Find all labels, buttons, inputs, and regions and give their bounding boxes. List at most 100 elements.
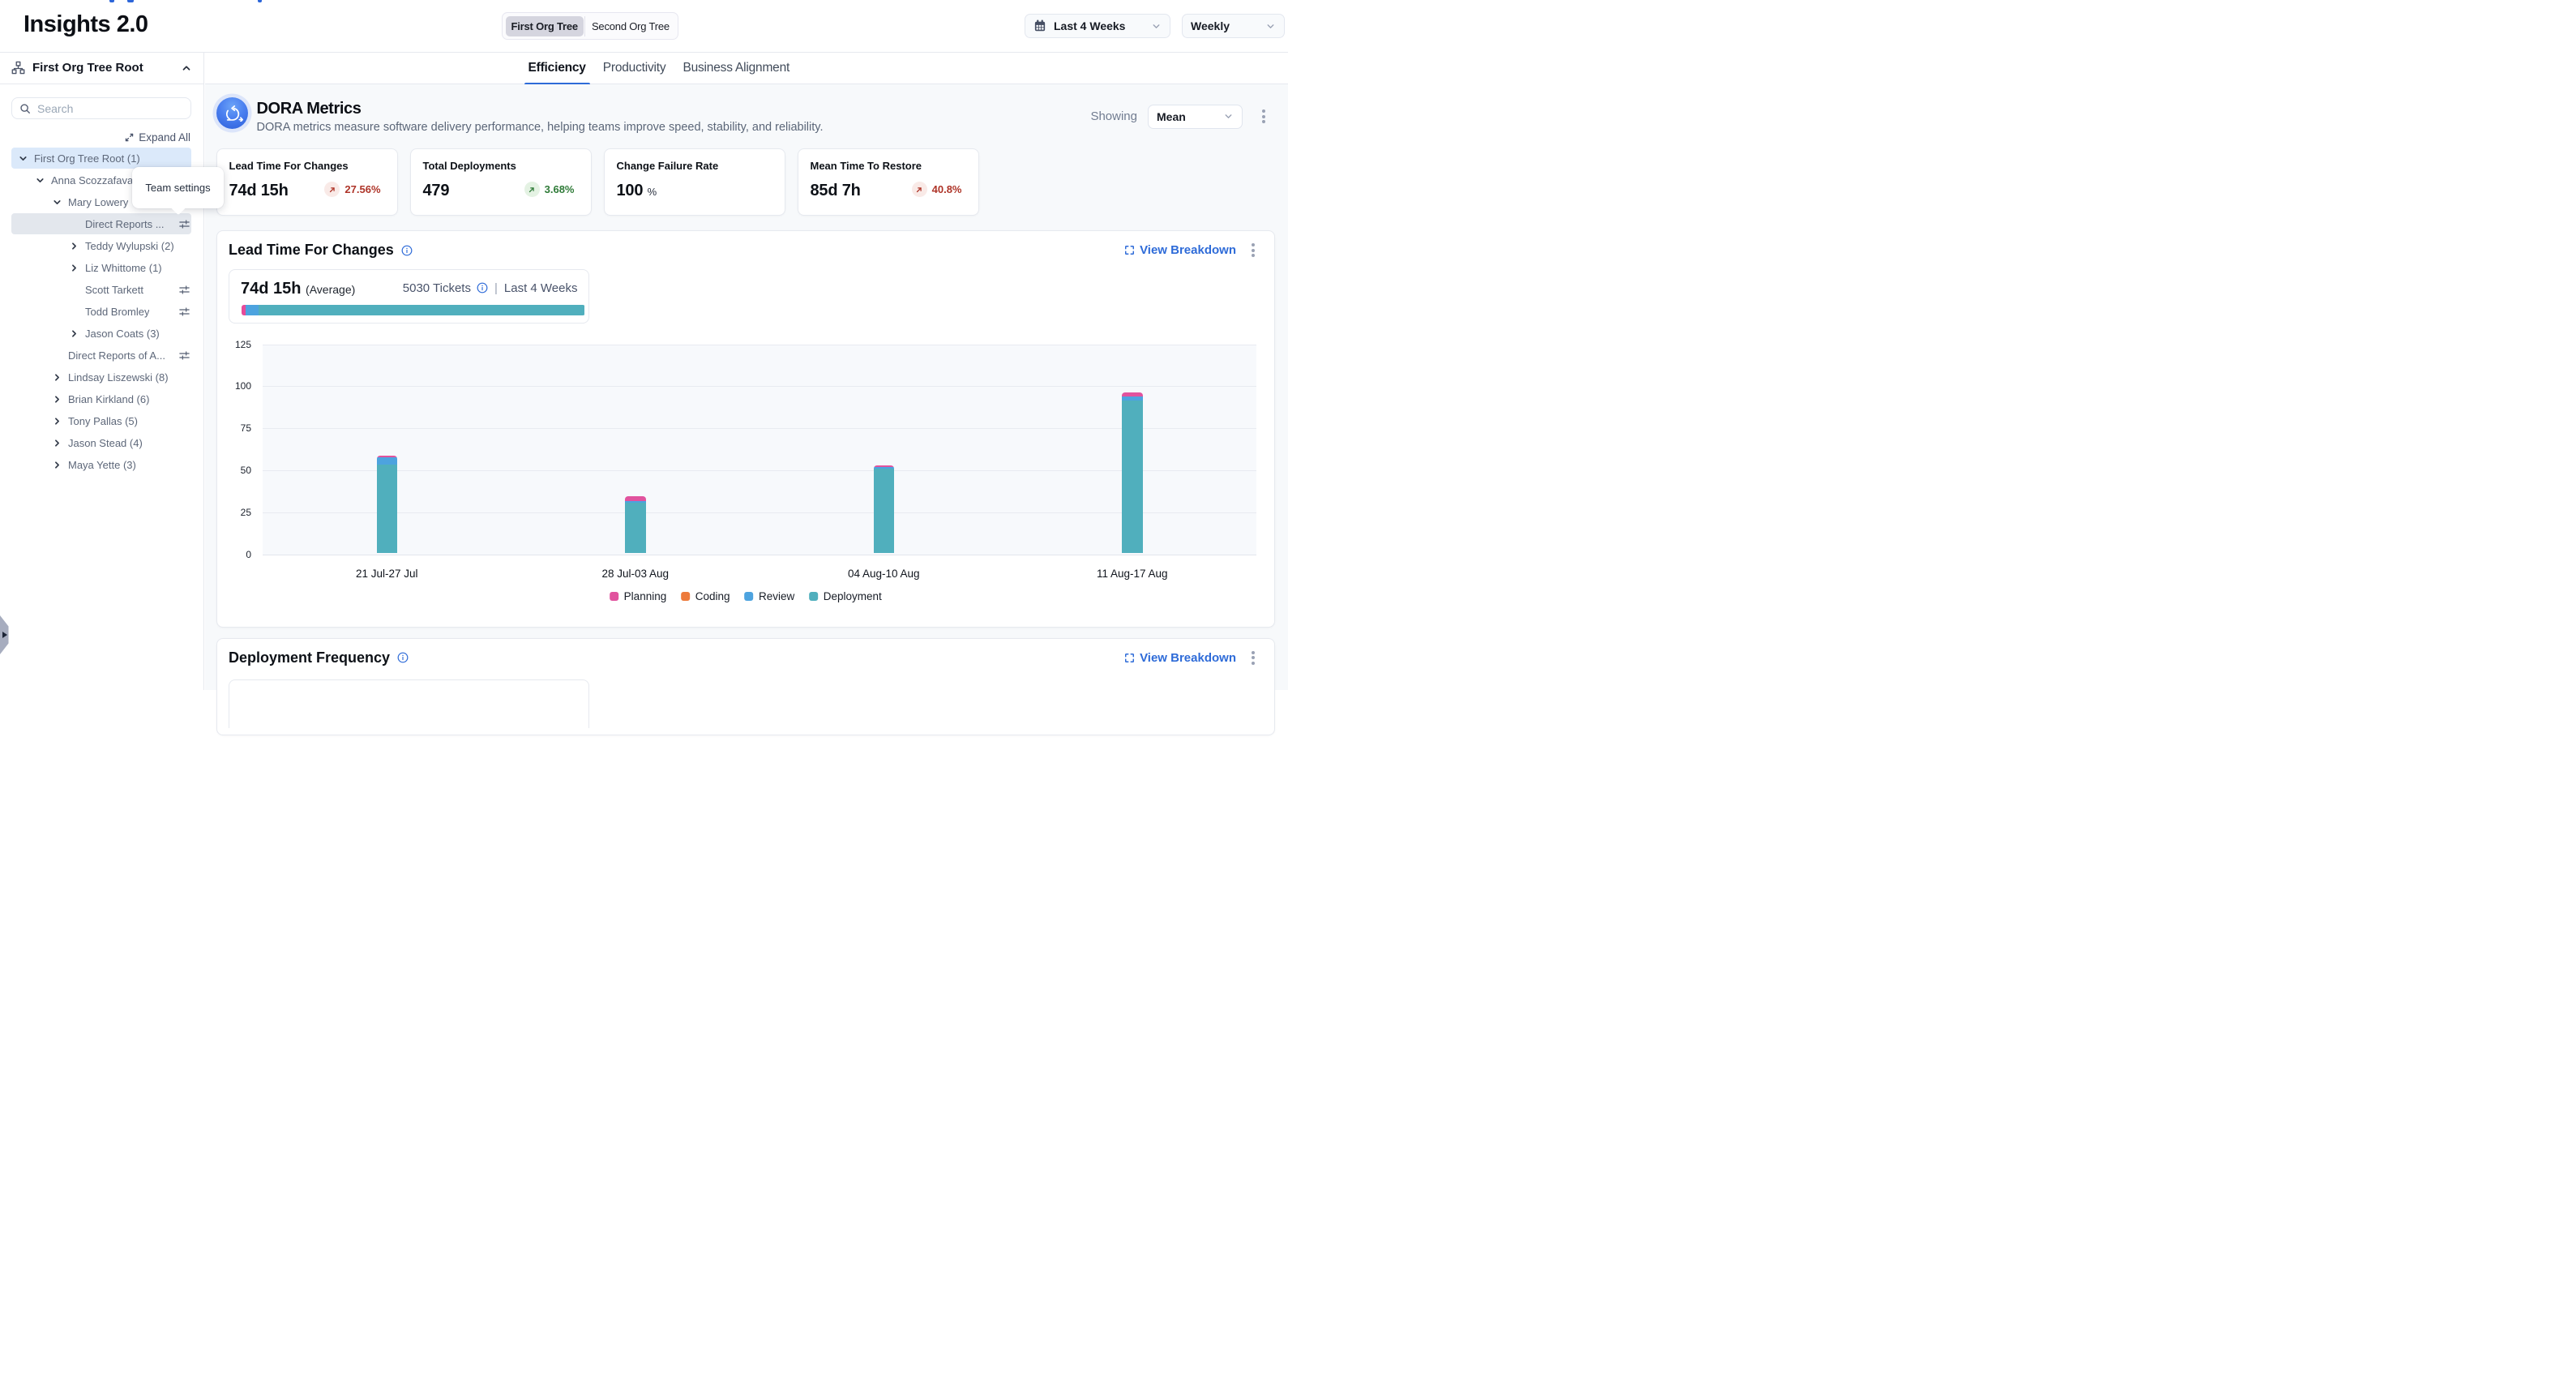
y-axis-tick: 100 (219, 380, 251, 392)
metric-title: Total Deployments (423, 160, 516, 172)
tab-business-alignment[interactable]: Business Alignment (678, 53, 794, 84)
deployment-frequency-card-header: Deployment Frequency View Breakdown (229, 649, 1255, 671)
showing-controls: Showing Mean (1090, 105, 1265, 129)
legend-item[interactable]: Deployment (809, 590, 882, 602)
chart-bar[interactable] (874, 465, 895, 553)
tree-item-label: Teddy Wylupski (2) (85, 240, 174, 252)
tree-item[interactable]: Maya Yette (3) (11, 454, 191, 475)
chevron-right-icon[interactable] (51, 394, 62, 405)
chart-bar[interactable] (625, 496, 646, 553)
info-icon[interactable] (397, 652, 409, 663)
metric-value: 100 % (617, 182, 657, 200)
team-settings-icon[interactable] (178, 306, 190, 318)
chevron-right-icon[interactable] (68, 241, 79, 251)
tree-item[interactable]: Direct Reports ... (11, 213, 191, 234)
chart-legend: Planning Coding Review Deployment (610, 590, 882, 602)
team-settings-icon[interactable] (178, 349, 190, 362)
frequency-dropdown[interactable]: Weekly (1182, 14, 1285, 38)
team-settings-icon[interactable] (178, 218, 190, 230)
tree-item[interactable]: Scott Tarkett (11, 279, 191, 300)
view-breakdown-label: View Breakdown (1140, 651, 1236, 665)
bar-segment-deployment (1122, 401, 1143, 553)
legend-swatch (681, 592, 690, 601)
team-settings-icon[interactable] (178, 284, 190, 296)
dora-iteration-icon (216, 97, 248, 129)
tree-item[interactable]: Liz Whittome (1) (11, 257, 191, 278)
metric-card: Change Failure Rate100 % (604, 148, 785, 216)
bar-segment-review (377, 457, 398, 465)
y-axis-tick: 0 (219, 549, 251, 560)
frequency-value: Weekly (1191, 19, 1230, 32)
tree-item[interactable]: Jason Coats (3) (11, 323, 191, 344)
chevron-right-icon[interactable] (51, 438, 62, 448)
chevron-right-icon[interactable] (51, 460, 62, 470)
search-input[interactable] (37, 102, 183, 115)
trend-up-icon (324, 182, 340, 197)
y-axis-tick: 50 (219, 465, 251, 476)
chevron-down-icon[interactable] (17, 153, 28, 164)
org-chart-icon (11, 61, 25, 75)
tree-item[interactable]: Teddy Wylupski (2) (11, 235, 191, 256)
view-breakdown-link[interactable]: View Breakdown (1124, 651, 1236, 665)
tree-item[interactable]: Lindsay Liszewski (8) (11, 366, 191, 388)
dora-menu-kebab-icon[interactable] (1262, 109, 1265, 123)
metric-cards-row: Lead Time For Changes74d 15h27.56% Total … (216, 148, 979, 216)
chevron-up-icon[interactable] (181, 62, 192, 74)
lead-time-card: Lead Time For Changes View Breakdown (216, 230, 1275, 628)
metric-value: 74d 15h (229, 182, 289, 200)
tree-item[interactable]: Jason Stead (4) (11, 432, 191, 453)
tree-item-label: Direct Reports ... (85, 218, 165, 230)
tree-item-label: Anna Scozzafava (51, 174, 133, 186)
x-axis-label: 11 Aug-17 Aug (1097, 568, 1168, 580)
tree-item-label: Todd Bromley (85, 306, 149, 318)
showing-dropdown[interactable]: Mean (1148, 105, 1243, 129)
tab-efficiency[interactable]: Efficiency (524, 53, 590, 84)
legend-item[interactable]: Coding (681, 590, 730, 602)
showing-value: Mean (1157, 110, 1186, 123)
sidebar-title: First Org Tree Root (32, 61, 143, 75)
chevron-right-icon[interactable] (51, 416, 62, 426)
team-settings-tooltip: Team settings (132, 167, 224, 208)
tree-item-label: Scott Tarkett (85, 284, 143, 296)
metric-delta: 3.68% (524, 182, 575, 197)
date-range-dropdown[interactable]: Last 4 Weeks (1025, 14, 1170, 38)
clipped-breadcrumb-fragment (109, 0, 114, 2)
clipped-breadcrumb-fragment (258, 0, 262, 2)
chevron-down-icon[interactable] (51, 197, 62, 208)
sidebar-header: First Org Tree Root (0, 53, 203, 84)
tree-item[interactable]: Brian Kirkland (6) (11, 388, 191, 409)
calendar-icon (1033, 19, 1046, 32)
expand-all-label: Expand All (139, 131, 190, 144)
org-toggle-option[interactable]: First Org Tree (506, 16, 584, 36)
legend-item[interactable]: Planning (610, 590, 666, 602)
expand-all-button[interactable]: Expand All (124, 131, 190, 144)
chevron-right-icon[interactable] (68, 328, 79, 339)
legend-label: Planning (624, 590, 667, 602)
org-tree-toggle: First Org TreeSecond Org Tree (502, 12, 678, 40)
legend-swatch (610, 592, 618, 601)
org-toggle-option[interactable]: Second Org Tree (586, 16, 675, 36)
tree-item[interactable]: Tony Pallas (5) (11, 410, 191, 431)
metric-title: Mean Time To Restore (811, 160, 922, 172)
dora-subtitle: DORA metrics measure software delivery p… (257, 121, 824, 134)
chevron-right-icon[interactable] (51, 372, 62, 383)
dora-title: DORA Metrics (257, 100, 362, 118)
tree-item-label: Jason Coats (3) (85, 328, 160, 340)
deployment-menu-kebab-icon[interactable] (1252, 651, 1255, 665)
metric-card: Lead Time For Changes74d 15h27.56% (216, 148, 398, 216)
search-box[interactable] (11, 97, 191, 119)
y-axis-tick: 75 (219, 422, 251, 434)
tree-item[interactable]: First Org Tree Root (1) (11, 148, 191, 169)
tab-productivity[interactable]: Productivity (599, 53, 670, 84)
chart-bar[interactable] (377, 456, 398, 553)
chevron-right-icon[interactable] (68, 263, 79, 273)
chevron-down-icon[interactable] (34, 175, 45, 186)
tree-item[interactable]: Todd Bromley (11, 301, 191, 322)
top-header: Insights 2.0 First Org TreeSecond Org Tr… (0, 0, 1288, 53)
x-axis-label: 21 Jul-27 Jul (356, 568, 418, 580)
chart-bar[interactable] (1122, 392, 1143, 553)
tree-item-label: Tony Pallas (5) (68, 415, 138, 427)
gridline (263, 428, 1256, 429)
tree-item[interactable]: Direct Reports of A... (11, 345, 191, 366)
legend-item[interactable]: Review (745, 590, 795, 602)
